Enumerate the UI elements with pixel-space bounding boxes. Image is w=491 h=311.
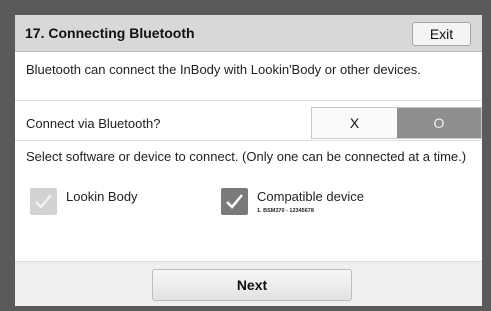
next-button[interactable]: Next (152, 269, 352, 301)
description-text: Bluetooth can connect the InBody with Lo… (26, 62, 421, 77)
bluetooth-question-label: Connect via Bluetooth? (26, 116, 161, 131)
select-prompt: Select software or device to connect. (O… (26, 149, 467, 164)
bluetooth-off-button[interactable]: X (312, 108, 397, 138)
check-icon (226, 194, 243, 209)
settings-screen: 17. Connecting Bluetooth Exit Bluetooth … (15, 15, 482, 306)
footer-bar: Next (15, 261, 482, 306)
bluetooth-toggle: X O (311, 107, 482, 139)
header-bar: 17. Connecting Bluetooth Exit (15, 15, 482, 52)
divider (15, 100, 482, 101)
exit-button[interactable]: Exit (412, 22, 471, 46)
lookin-body-checkbox[interactable] (30, 188, 57, 215)
lookin-body-label: Lookin Body (66, 189, 138, 204)
check-icon (35, 194, 52, 209)
bluetooth-on-button[interactable]: O (397, 108, 481, 138)
divider (15, 140, 482, 141)
page-title: 17. Connecting Bluetooth (25, 25, 195, 41)
compatible-device-checkbox[interactable] (221, 188, 248, 215)
compatible-device-detail: 1. BSM370 - 12345678 (257, 208, 314, 214)
compatible-device-label: Compatible device (257, 189, 364, 204)
